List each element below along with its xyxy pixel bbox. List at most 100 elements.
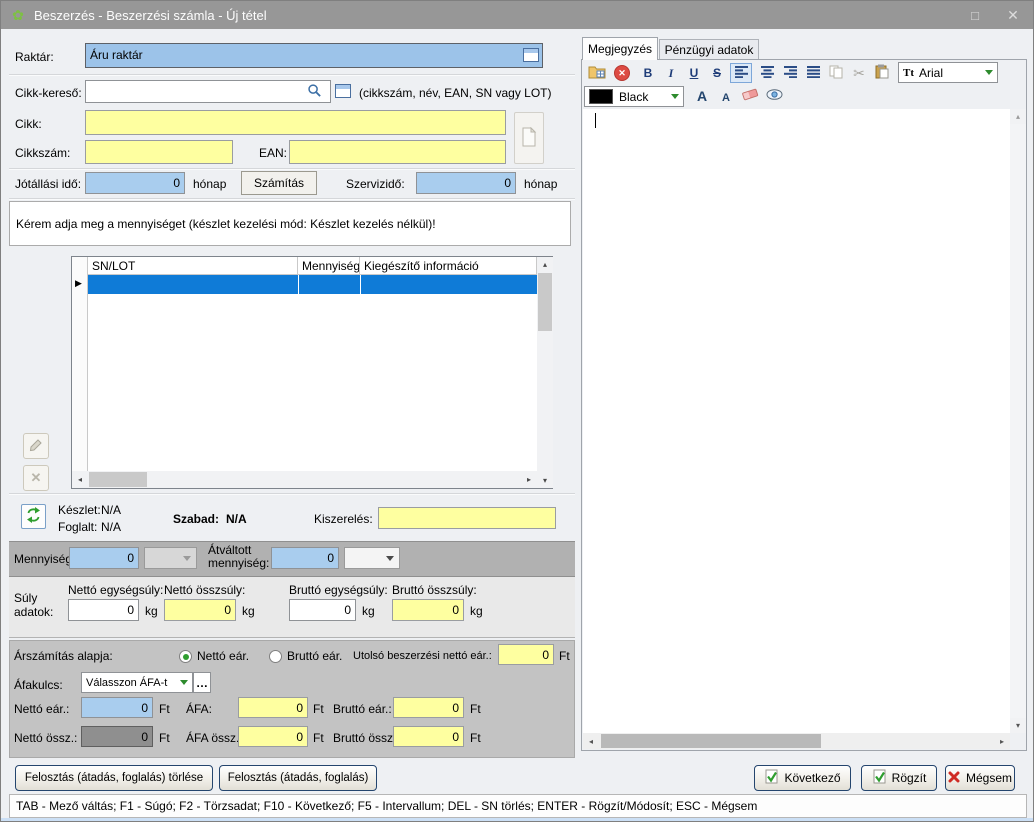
refresh-stock-button[interactable] bbox=[21, 504, 46, 529]
grid-header-snlot[interactable]: SN/LOT bbox=[88, 257, 298, 275]
font-color-value: Black bbox=[619, 90, 648, 104]
edit-row-button[interactable] bbox=[23, 433, 49, 459]
utolso-beszerzesi-input[interactable] bbox=[498, 644, 554, 665]
bold-button[interactable]: B bbox=[637, 63, 659, 83]
close-button[interactable]: ✕ bbox=[995, 1, 1031, 29]
status-bar: TAB - Mező váltás; F1 - Súgó; F2 - Törzs… bbox=[9, 794, 1027, 818]
grid-vscroll-up-icon[interactable]: ▴ bbox=[537, 257, 553, 272]
netto-egysegsuly-input[interactable] bbox=[68, 599, 139, 621]
grid-header-mennyiseg[interactable]: Mennyiség bbox=[298, 257, 360, 275]
search-icon[interactable] bbox=[307, 83, 322, 101]
clear-text-button[interactable]: ✕ bbox=[611, 63, 633, 83]
rogzit-button[interactable]: Rögzít bbox=[861, 765, 937, 791]
align-left-icon bbox=[735, 66, 748, 81]
netto-ear-radio-label[interactable]: Nettó eár. bbox=[197, 649, 249, 663]
editor-vscrollbar[interactable] bbox=[1010, 109, 1026, 733]
maximize-button[interactable]: □ bbox=[957, 1, 993, 29]
align-left-button[interactable] bbox=[730, 63, 752, 83]
cikk-document-button[interactable] bbox=[514, 112, 544, 164]
tab-megjegyzes[interactable]: Megjegyzés bbox=[582, 37, 658, 60]
szervizido-input[interactable] bbox=[416, 172, 516, 194]
decrease-font-size-button[interactable]: A bbox=[715, 88, 737, 108]
strikethrough-button[interactable]: S bbox=[706, 63, 728, 83]
font-color-combo[interactable]: Black bbox=[584, 86, 684, 107]
brutto-egysegsuly-label: Bruttó egységsúly: bbox=[289, 583, 388, 597]
insert-from-file-button[interactable] bbox=[586, 63, 608, 83]
paste-button[interactable] bbox=[871, 63, 893, 83]
justify-button[interactable] bbox=[802, 63, 824, 83]
cut-button[interactable]: ✂ bbox=[848, 63, 870, 83]
raktar-field-value: Áru raktár bbox=[90, 48, 143, 62]
brutto-ear-radio[interactable] bbox=[269, 650, 282, 663]
szamitas-button[interactable]: Számítás bbox=[241, 171, 317, 195]
felosztas-button[interactable]: Felosztás (átadás, foglalás) bbox=[219, 765, 377, 791]
cikkszam-input[interactable] bbox=[85, 140, 233, 164]
felosztas-torles-button[interactable]: Felosztás (átadás, foglalás) törlése bbox=[15, 765, 213, 791]
editor-hscroll-left-icon[interactable]: ◂ bbox=[583, 733, 599, 749]
netto-ear-input[interactable] bbox=[81, 697, 153, 718]
jotallas-unit: hónap bbox=[193, 177, 226, 191]
align-right-button[interactable] bbox=[779, 63, 801, 83]
tab-megjegyzes-label: Megjegyzés bbox=[588, 42, 652, 56]
raktar-picker-icon[interactable] bbox=[523, 48, 539, 62]
cikk-input[interactable] bbox=[85, 110, 506, 135]
cikk-kereso-picker-icon[interactable] bbox=[335, 84, 351, 98]
afa-ossz-input[interactable] bbox=[238, 726, 308, 747]
message-box: Kérem adja meg a mennyiséget (készlet ke… bbox=[9, 201, 571, 246]
notes-editor[interactable] bbox=[583, 109, 1010, 733]
color-swatch bbox=[589, 89, 613, 104]
afakulcs-more-button[interactable]: … bbox=[193, 672, 211, 693]
mennyiseg-input[interactable] bbox=[69, 547, 139, 569]
kg-unit: kg bbox=[362, 604, 375, 618]
grid-vscroll-down-icon[interactable]: ▾ bbox=[537, 473, 553, 488]
italic-button[interactable]: I bbox=[660, 63, 682, 83]
netto-ossz-input[interactable] bbox=[81, 726, 153, 747]
font-family-combo[interactable]: Tt Arial bbox=[898, 62, 998, 83]
underline-button[interactable]: U bbox=[683, 63, 705, 83]
copy-button[interactable] bbox=[825, 63, 847, 83]
editor-hscroll-right-icon[interactable]: ▸ bbox=[994, 733, 1010, 749]
foglalt-label: Foglalt: bbox=[58, 520, 97, 534]
netto-ossz-label: Nettó össz.: bbox=[14, 731, 77, 745]
atvaltott-unit-combo[interactable] bbox=[344, 547, 400, 569]
afa-input[interactable] bbox=[238, 697, 308, 718]
afakulcs-combo-value: Válasszon ÁFA-t bbox=[86, 677, 167, 689]
brutto-ear-input[interactable] bbox=[393, 697, 464, 718]
grid-hscroll-thumb[interactable] bbox=[89, 472, 147, 487]
kiszereles-input[interactable] bbox=[378, 507, 556, 529]
editor-vscroll-down-icon[interactable]: ▾ bbox=[1010, 718, 1026, 733]
increase-font-size-button[interactable]: A bbox=[691, 86, 713, 106]
grid-header-kiegeszito[interactable]: Kiegészítő információ bbox=[360, 257, 537, 275]
ean-input[interactable] bbox=[289, 140, 506, 164]
jotallas-input[interactable] bbox=[85, 172, 185, 194]
grid-hscroll-right-icon[interactable]: ▸ bbox=[521, 471, 537, 488]
chevron-down-icon bbox=[386, 556, 394, 561]
eraser-button[interactable] bbox=[739, 86, 761, 106]
brutto-osszsuly-input[interactable] bbox=[392, 599, 464, 621]
title-bar: ✿ Beszerzés - Beszerzési számla - Új tét… bbox=[1, 1, 1033, 29]
afakulcs-combo[interactable]: Válasszon ÁFA-t bbox=[81, 672, 193, 693]
grid-selected-row[interactable] bbox=[88, 275, 537, 294]
raktar-field[interactable]: Áru raktár bbox=[85, 43, 543, 68]
brutto-egysegsuly-input[interactable] bbox=[289, 599, 356, 621]
kovetkezo-button[interactable]: Következő bbox=[754, 765, 851, 791]
preview-eye-button[interactable] bbox=[763, 86, 785, 106]
atvaltott-input[interactable] bbox=[271, 547, 339, 569]
brutto-ear-radio-label[interactable]: Bruttó eár. bbox=[287, 649, 342, 663]
editor-vscroll-up-icon[interactable]: ▴ bbox=[1010, 109, 1026, 124]
cikk-kereso-input[interactable] bbox=[85, 80, 331, 103]
netto-osszsuly-input[interactable] bbox=[164, 599, 236, 621]
editor-hscroll-thumb[interactable] bbox=[601, 734, 821, 748]
megsem-button[interactable]: Mégsem bbox=[945, 765, 1015, 791]
delete-row-button[interactable]: ✕ bbox=[23, 465, 49, 491]
scissors-icon: ✂ bbox=[853, 65, 865, 82]
netto-ear-radio[interactable] bbox=[179, 650, 192, 663]
brutto-ossz-input[interactable] bbox=[393, 726, 464, 747]
align-center-button[interactable] bbox=[756, 63, 778, 83]
tab-penzugyi-adatok[interactable]: Pénzügyi adatok bbox=[659, 39, 759, 59]
szamitas-button-label: Számítás bbox=[254, 176, 304, 190]
grid-vscroll-thumb[interactable] bbox=[538, 273, 552, 331]
kovetkezo-label: Következő bbox=[784, 771, 840, 785]
grid-hscroll-left-icon[interactable]: ◂ bbox=[72, 471, 88, 488]
cikk-kereso-label: Cikk-kereső: bbox=[15, 86, 82, 100]
